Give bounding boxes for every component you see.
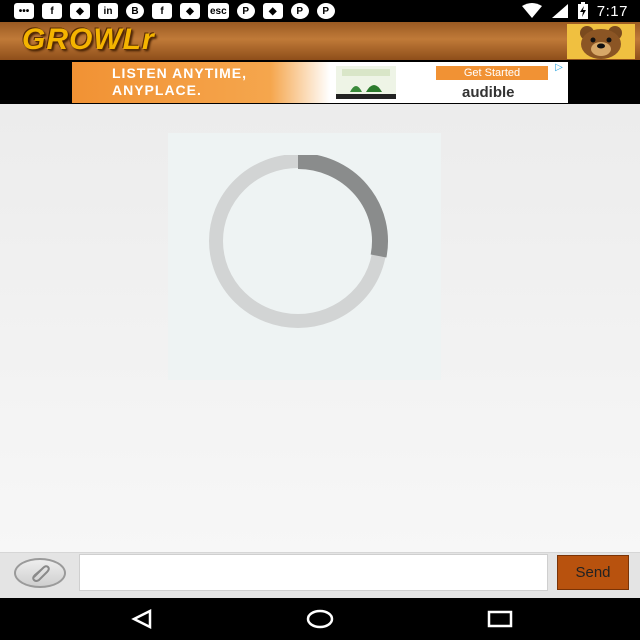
ad-book-cover-image bbox=[336, 66, 396, 99]
app-icon: ◆ bbox=[70, 3, 90, 19]
ad-headline: LISTEN ANYTIME, ANYPLACE. bbox=[112, 65, 248, 98]
app-header: GROWLr bbox=[0, 22, 640, 60]
wifi-icon bbox=[521, 3, 542, 18]
app-icon: ◆ bbox=[262, 3, 283, 19]
pinterest-icon: P bbox=[236, 3, 255, 19]
message-input[interactable] bbox=[79, 554, 548, 591]
facebook-icon: f bbox=[152, 3, 172, 19]
app-icon: ◆ bbox=[180, 3, 200, 19]
home-icon[interactable] bbox=[305, 609, 335, 629]
pinterest-icon: P bbox=[290, 3, 309, 19]
back-icon[interactable] bbox=[128, 609, 158, 629]
loading-panel bbox=[168, 133, 441, 380]
signal-icon bbox=[551, 4, 568, 18]
recents-icon[interactable] bbox=[485, 609, 515, 629]
ad-get-started-button[interactable]: Get Started bbox=[436, 66, 548, 80]
ad-brand-logo: audible bbox=[462, 84, 515, 101]
clock: 7:17 bbox=[596, 2, 628, 20]
linkedin-icon: in bbox=[98, 3, 118, 19]
app-logo: GROWLr bbox=[22, 23, 155, 56]
ad-banner[interactable]: LISTEN ANYTIME, ANYPLACE. Get Started au… bbox=[72, 62, 568, 103]
bear-avatar-button[interactable] bbox=[567, 24, 635, 59]
bbm-icon: B bbox=[126, 3, 144, 19]
status-bar: ••• f ◆ in B f ◆ esc P ◆ P P 7:17 bbox=[0, 0, 640, 22]
loading-spinner-icon bbox=[209, 155, 388, 328]
battery-charging-icon bbox=[577, 2, 588, 19]
send-button[interactable]: Send bbox=[557, 555, 629, 590]
notification-icons: ••• f ◆ in B f ◆ esc P ◆ P P bbox=[14, 2, 335, 20]
bear-face-icon bbox=[580, 26, 622, 59]
paperclip-icon bbox=[32, 565, 50, 582]
esc-icon: esc bbox=[208, 3, 229, 19]
facebook-icon: f bbox=[42, 3, 62, 19]
pinterest-icon: P bbox=[316, 3, 335, 19]
attach-button[interactable] bbox=[14, 558, 66, 588]
ad-choices-icon[interactable]: ▷ bbox=[552, 62, 566, 74]
message-icon: ••• bbox=[14, 3, 34, 19]
